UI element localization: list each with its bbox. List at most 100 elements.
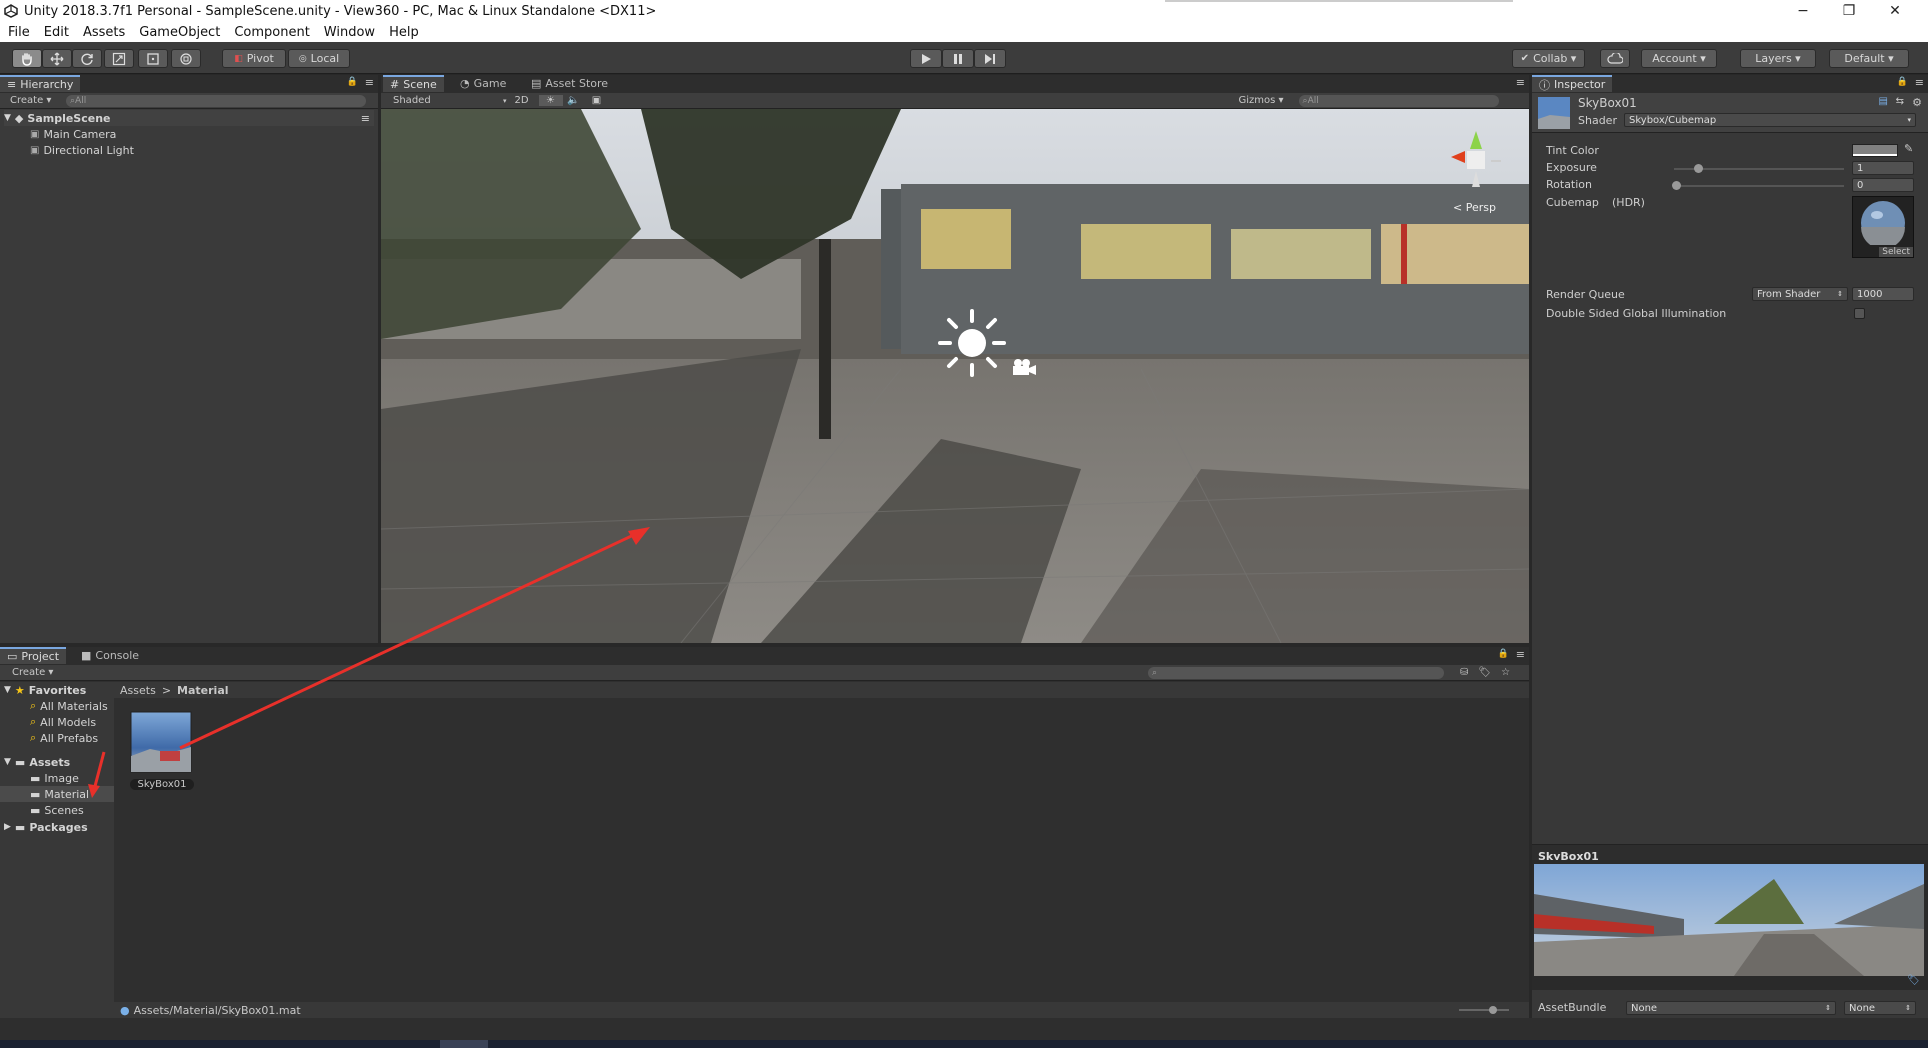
tab-scene[interactable]: # Scene (383, 75, 444, 92)
layers-dropdown[interactable]: Layers ▾ (1740, 49, 1816, 68)
panel-menu-icon[interactable]: ≡ (1516, 648, 1525, 661)
cubemap-select-button[interactable]: Select (1879, 247, 1913, 257)
scene-search-input[interactable]: ⌕ All (1298, 94, 1499, 107)
preview-header[interactable]: SkyBox01 (1532, 844, 1928, 863)
thumbnail-size-knob[interactable] (1489, 1006, 1497, 1014)
scene-viewport[interactable]: < Persp (381, 109, 1529, 643)
persp-label[interactable]: < Persp (1453, 201, 1496, 214)
menu-component[interactable]: Component (234, 25, 309, 40)
rotation-slider-knob[interactable] (1672, 181, 1681, 190)
packages-folder[interactable]: ▶ ▬ Packages (4, 819, 88, 835)
scale-tool-button[interactable] (104, 49, 134, 68)
lock-icon[interactable]: 🔒 (1897, 77, 1908, 87)
layout-dropdown[interactable]: Default ▾ (1829, 49, 1909, 68)
local-toggle[interactable]: ◎ Local (288, 49, 350, 68)
pause-button[interactable] (942, 49, 974, 68)
lock-icon[interactable]: 🔒 (347, 77, 358, 87)
assetbundle-dropdown[interactable]: None ⇕ (1626, 1001, 1836, 1015)
menu-help[interactable]: Help (389, 25, 419, 40)
project-search-input[interactable]: ⌕ (1148, 666, 1444, 679)
rotation-input[interactable]: 0 (1852, 178, 1914, 192)
tab-asset-store[interactable]: ▤ Asset Store (524, 75, 615, 92)
minimize-button[interactable]: − (1780, 0, 1826, 22)
rotate-tool-button[interactable] (72, 49, 102, 68)
menu-assets[interactable]: Assets (83, 25, 125, 40)
shader-dropdown[interactable]: Skybox/Cubemap ▾ (1624, 113, 1916, 127)
settings-gear-icon[interactable]: ⚙ (1912, 96, 1922, 109)
menu-edit[interactable]: Edit (44, 25, 69, 40)
folder-material[interactable]: ▬ Material (0, 786, 114, 802)
asset-label-tag-icon[interactable]: 🏷 (1907, 975, 1920, 986)
rotation-slider-track[interactable] (1674, 185, 1844, 187)
preview-area[interactable]: 🏷 (1532, 860, 1928, 990)
lighting-toggle-icon[interactable]: ☀ (538, 95, 563, 106)
exposure-input[interactable]: 1 (1852, 161, 1914, 175)
favorite-all-models[interactable]: ⌕ All Models (30, 714, 96, 730)
filter-label-icon[interactable]: 🏷 (1478, 667, 1491, 678)
eyedropper-icon[interactable]: ✎ (1904, 142, 1913, 155)
panel-menu-icon[interactable]: ≡ (365, 76, 374, 89)
lock-icon[interactable]: 🔒 (1498, 649, 1509, 659)
camera-gizmo-icon[interactable] (1009, 357, 1039, 377)
hierarchy-search-input[interactable]: ⌕ All (66, 94, 366, 107)
step-button[interactable] (974, 49, 1006, 68)
panel-menu-icon[interactable]: ≡ (1516, 76, 1525, 89)
taskbar-active-app[interactable] (440, 1040, 488, 1048)
2d-toggle[interactable]: 2D (515, 95, 539, 106)
breadcrumb-material[interactable]: Material (177, 684, 228, 697)
render-queue-input[interactable]: 1000 (1852, 287, 1914, 301)
restore-button[interactable]: ❐ (1826, 0, 1872, 22)
thumbnail-size-slider[interactable] (1459, 1009, 1509, 1011)
tab-game[interactable]: ◔ Game (453, 75, 513, 92)
assets-folder[interactable]: ▼ ▬ Assets (4, 754, 70, 770)
audio-toggle-icon[interactable]: 🔈 (563, 95, 585, 106)
folder-scenes[interactable]: ▬ Scenes (30, 802, 84, 818)
asset-skybox01[interactable]: SkyBox01 (130, 711, 194, 791)
breadcrumb-assets[interactable]: Assets (120, 684, 156, 697)
rect-tool-button[interactable] (138, 49, 168, 68)
account-dropdown[interactable]: Account ▾ (1641, 49, 1717, 68)
tab-project[interactable]: ▭ Project (0, 647, 67, 664)
help-book-icon[interactable]: ▤ (1879, 96, 1888, 107)
cubemap-slot[interactable]: Select (1852, 196, 1914, 258)
shading-mode-dropdown[interactable]: Shaded (393, 95, 503, 106)
dsgi-checkbox[interactable] (1854, 308, 1865, 319)
close-button[interactable]: ✕ (1872, 0, 1918, 22)
gizmos-dropdown[interactable]: Gizmos ▾ (1239, 95, 1299, 106)
menu-window[interactable]: Window (324, 25, 375, 40)
hierarchy-item-main-camera[interactable]: ▣ Main Camera (30, 126, 116, 142)
tab-hierarchy[interactable]: ≡ Hierarchy (0, 75, 81, 92)
move-tool-button[interactable] (42, 49, 72, 68)
directional-light-gizmo-icon[interactable] (936, 307, 1008, 379)
favorites-section[interactable]: ▼ ★ Favorites (4, 682, 86, 698)
tint-color-swatch[interactable] (1852, 144, 1898, 157)
scene-row[interactable]: ▼ ◆ SampleScene ≡ (4, 110, 374, 126)
folder-image[interactable]: ▬ Image (30, 770, 79, 786)
exposure-slider-knob[interactable] (1694, 164, 1703, 173)
hierarchy-item-directional-light[interactable]: ▣ Directional Light (30, 142, 134, 158)
panel-menu-icon[interactable]: ≡ (1915, 76, 1924, 89)
menu-gameobject[interactable]: GameObject (139, 25, 220, 40)
tab-console[interactable]: ■ Console (74, 647, 146, 664)
filter-type-icon[interactable]: ⛁ (1460, 667, 1468, 678)
transform-tool-button[interactable] (171, 49, 201, 68)
hand-tool-button[interactable] (12, 49, 42, 68)
pivot-toggle[interactable]: ◧ Pivot (222, 49, 286, 68)
project-create-button[interactable]: Create ▾ (12, 667, 1148, 678)
collab-dropdown[interactable]: ✔ Collab ▾ (1512, 49, 1585, 68)
render-queue-mode-dropdown[interactable]: From Shader ⇕ (1752, 287, 1848, 301)
favorite-all-materials[interactable]: ⌕ All Materials (30, 698, 108, 714)
cloud-button[interactable] (1600, 49, 1630, 68)
scene-menu-icon[interactable]: ≡ (361, 112, 370, 125)
favorite-all-prefabs[interactable]: ⌕ All Prefabs (30, 730, 98, 746)
favorite-star-icon[interactable]: ☆ (1501, 667, 1510, 678)
menu-file[interactable]: File (8, 25, 30, 40)
assetbundle-variant-dropdown[interactable]: None ⇕ (1844, 1001, 1916, 1015)
scene-orientation-gizmo-icon[interactable] (1441, 127, 1511, 207)
effects-toggle-icon[interactable]: ▣ (585, 95, 609, 106)
play-button[interactable] (910, 49, 942, 68)
preset-icon[interactable]: ⇆ (1896, 96, 1904, 107)
tab-inspector[interactable]: ⓘ Inspector (1532, 75, 1613, 92)
project-toolbar: Create ▾ ⌕ ⛁ 🏷 ☆ (0, 665, 1529, 681)
hierarchy-create-button[interactable]: Create ▾ (10, 95, 66, 106)
